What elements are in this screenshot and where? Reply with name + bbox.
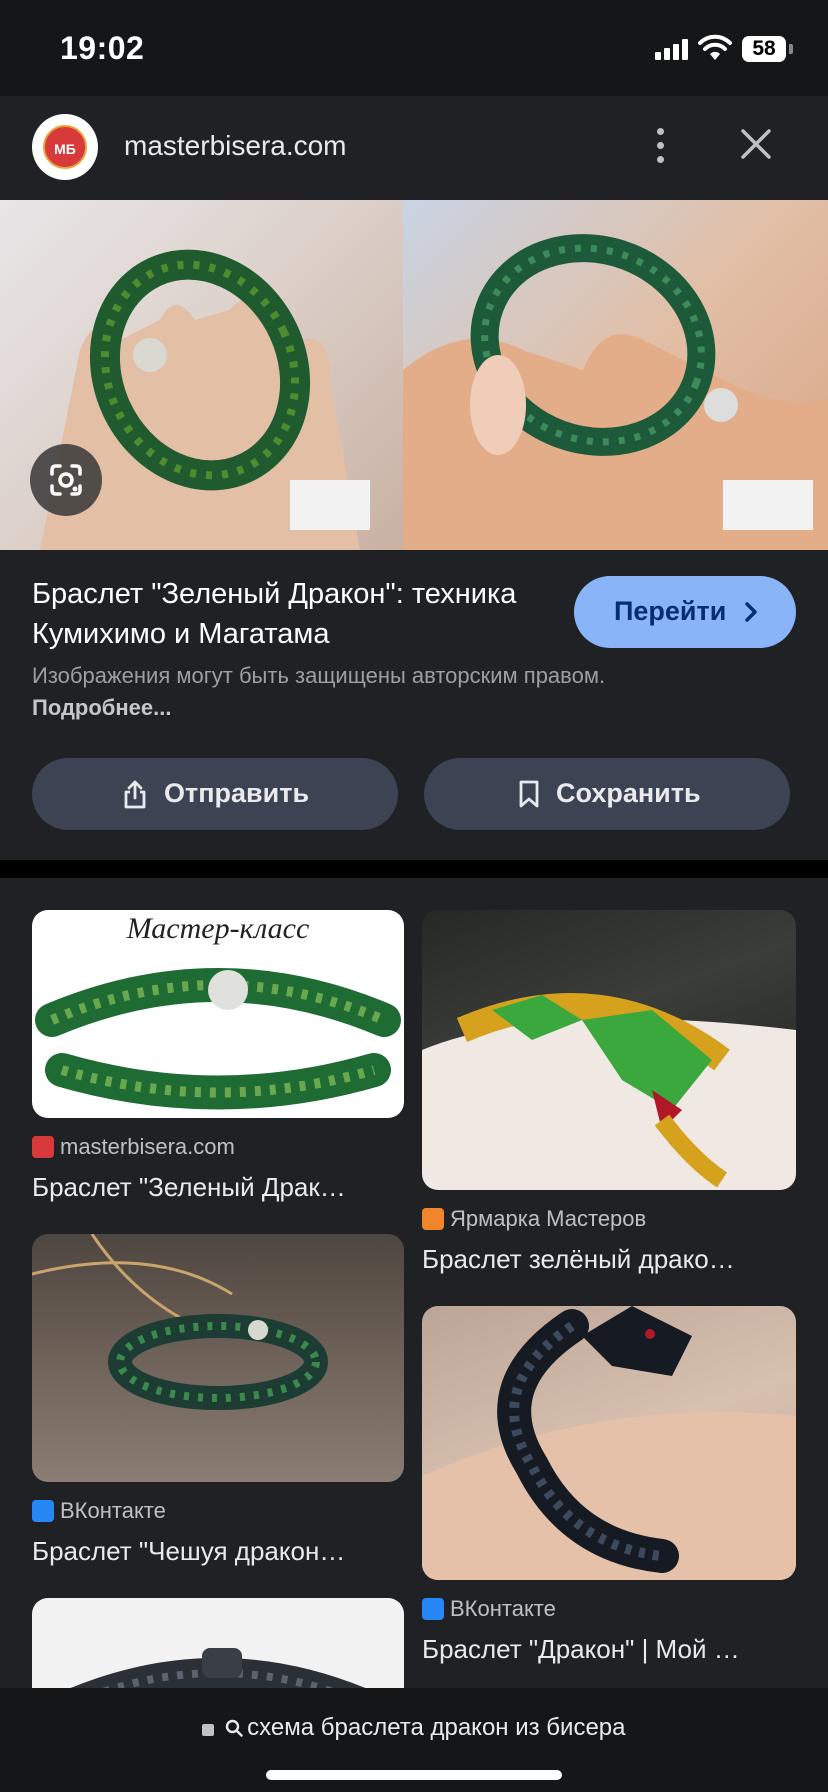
result-thumbnail[interactable] (422, 1306, 796, 1580)
result-thumbnail[interactable] (32, 1234, 404, 1482)
vk-favicon (422, 1598, 444, 1620)
google-lens-button[interactable] (30, 444, 102, 516)
result-thumbnail[interactable]: Мастер-класс (32, 910, 404, 1118)
vk-favicon (32, 1500, 54, 1522)
result-source-name: ВКонтакте (450, 1596, 556, 1621)
copyright-notice: Изображения могут быть защищены авторски… (32, 660, 652, 724)
result-source: ВКонтакте (32, 1498, 166, 1524)
copyright-text: Изображения могут быть защищены авторски… (32, 663, 606, 688)
result-source: Ярмарка Мастеров (422, 1206, 646, 1232)
result-source-name: ВКонтакте (60, 1498, 166, 1523)
status-time: 19:02 (60, 30, 145, 66)
result-source: masterbisera.com (32, 1134, 235, 1160)
result-source-name: masterbisera.com (60, 1134, 235, 1159)
site-logo-mark: МБ (43, 125, 87, 169)
status-bar: 19:02 58 (0, 0, 828, 96)
share-icon (124, 780, 146, 809)
battery-icon: 58 (742, 36, 786, 62)
result-thumbnail[interactable] (422, 910, 796, 1190)
close-icon[interactable] (738, 126, 774, 162)
search-icon (225, 1719, 243, 1737)
bottom-search-bar[interactable]: схема браслета дракон из бисера (0, 1688, 828, 1792)
save-button[interactable]: Сохранить (424, 758, 790, 830)
site-domain[interactable]: masterbisera.com (124, 130, 347, 162)
preview-header: МБ masterbisera.com (0, 96, 828, 200)
thumbnail-caption: Мастер-класс (126, 912, 310, 945)
bookmark-icon (519, 780, 539, 808)
result-title[interactable]: Браслет зелёный драко… (422, 1244, 794, 1275)
related-images-grid: Мастер-класс masterbisera.com Браслет "З… (0, 878, 828, 1688)
search-query-text: схема браслета дракон из бисера (247, 1714, 626, 1741)
save-button-label: Сохранить (556, 778, 701, 808)
yarmarka-favicon (422, 1208, 444, 1230)
result-thumbnail[interactable] (32, 1598, 404, 1688)
result-title[interactable]: Браслет "Дракон" | Мой … (422, 1634, 794, 1665)
home-indicator[interactable] (266, 1770, 562, 1780)
chevron-right-icon (745, 602, 757, 622)
visit-button[interactable]: Перейти (574, 576, 796, 648)
search-query[interactable]: схема браслета дракон из бисера (0, 1714, 828, 1742)
lens-icon (50, 464, 82, 496)
learn-more-link[interactable]: Подробнее... (32, 695, 172, 720)
masterbisera-favicon (32, 1136, 54, 1158)
preview-image[interactable] (0, 200, 828, 550)
cellular-signal-icon (655, 38, 691, 60)
result-title[interactable]: Браслет "Зеленый Драк… (32, 1172, 404, 1203)
site-logo[interactable]: МБ (32, 114, 98, 180)
wifi-icon (698, 34, 732, 60)
preview-info: Браслет "Зеленый Дракон": техника Кумихи… (0, 550, 828, 860)
result-source-name: Ярмарка Мастеров (450, 1206, 647, 1231)
battery-tip (789, 44, 793, 54)
visit-button-label: Перейти (614, 596, 727, 626)
share-button-label: Отправить (164, 778, 310, 808)
result-source: ВКонтакте (422, 1596, 556, 1622)
page-title[interactable]: Браслет "Зеленый Дракон": техника Кумихи… (32, 574, 552, 654)
more-options-icon[interactable] (645, 120, 675, 170)
bracelet-photo-right (403, 200, 828, 550)
result-title[interactable]: Браслет "Чешуя дракон… (32, 1536, 404, 1567)
section-divider (0, 860, 828, 878)
share-button[interactable]: Отправить (32, 758, 398, 830)
lock-icon (202, 1724, 215, 1736)
